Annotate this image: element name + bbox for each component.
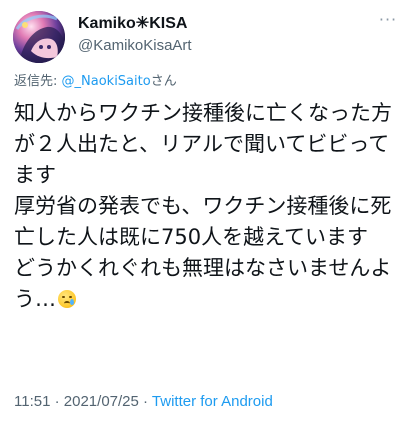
author-name-block[interactable]: Kamiko✳KISA @KamikoKisaArt — [78, 14, 192, 56]
tweet: Kamiko✳KISA @KamikoKisaArt ··· 返信先: @_Na… — [0, 0, 416, 429]
tweet-text-content: 知人からワクチン接種後に亡くなった方が２人出たと、リアルで聞いてビビってます 厚… — [14, 101, 392, 311]
tweet-time[interactable]: 11:51 — [14, 393, 50, 410]
author-display-name[interactable]: Kamiko✳KISA — [78, 14, 192, 34]
more-horizontal-icon: ··· — [378, 10, 398, 29]
reply-mention-link[interactable]: @_NaokiSaito — [62, 74, 151, 89]
reply-to-line: 返信先: @_NaokiSaitoさん — [14, 73, 177, 91]
meta-separator: · — [138, 393, 152, 410]
tweet-meta: 11:51 · 2021/07/25 · Twitter for Android — [14, 392, 273, 412]
reply-prefix: 返信先: — [14, 74, 62, 89]
avatar-illustration-icon — [13, 11, 65, 63]
author-handle[interactable]: @KamikoKisaArt — [78, 36, 192, 56]
author-avatar[interactable] — [13, 11, 65, 63]
tweet-source-link[interactable]: Twitter for Android — [152, 393, 273, 410]
meta-separator: · — [50, 393, 64, 410]
crying-face-emoji-icon — [58, 290, 76, 308]
more-options-button[interactable]: ··· — [376, 12, 400, 28]
reply-suffix: さん — [150, 74, 177, 89]
tweet-text: 知人からワクチン接種後に亡くなった方が２人出たと、リアルで聞いてビビってます 厚… — [14, 98, 406, 315]
tear-drop-icon — [70, 299, 74, 305]
tweet-date[interactable]: 2021/07/25 — [64, 393, 139, 410]
